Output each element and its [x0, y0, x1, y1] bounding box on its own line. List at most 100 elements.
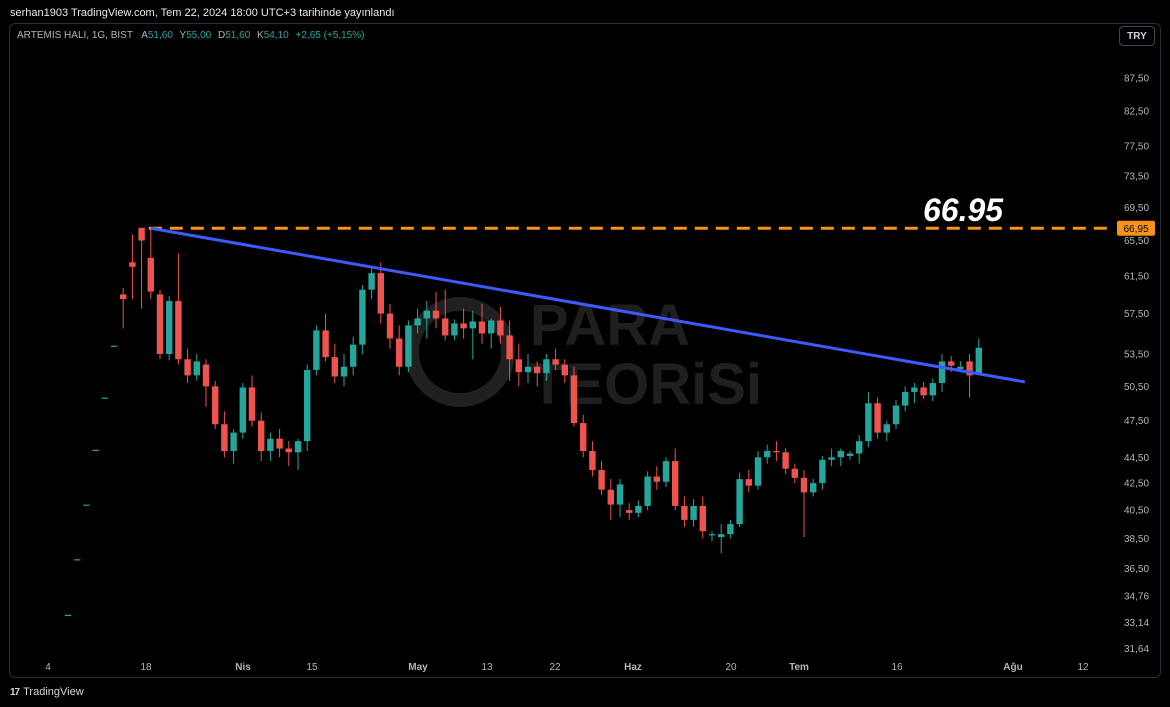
candle: [699, 496, 706, 539]
candle: [598, 461, 605, 496]
candle-body: [626, 510, 633, 513]
candle-body: [110, 345, 118, 347]
candle-body: [764, 451, 771, 458]
candle-body: [911, 387, 918, 392]
candle: [166, 296, 173, 361]
x-axis[interactable]: 4 18 Nis 15 May 13 22 Haz 20 Tem 16 Ağu 12: [45, 662, 1089, 673]
candle-body: [442, 318, 449, 336]
candle: [515, 343, 522, 387]
y-tick-label: 40,50: [1124, 506, 1149, 517]
candle-body: [589, 451, 596, 471]
candle: [460, 308, 467, 339]
candle: [331, 343, 338, 384]
candle-body: [184, 359, 191, 376]
candle-body: [432, 310, 440, 319]
candle: [644, 471, 651, 511]
candle-body: [239, 387, 246, 433]
candle-body: [359, 289, 366, 345]
candle: [975, 338, 982, 375]
candle: [653, 466, 660, 490]
candle-body: [377, 273, 384, 314]
candle: [727, 519, 734, 539]
x-tick-label: May: [408, 662, 428, 673]
candle: [212, 380, 219, 430]
candle-body: [120, 294, 127, 300]
y-tick-label: 57,50: [1124, 309, 1149, 320]
x-tick-label: Haz: [624, 662, 642, 673]
footer-brand: TradingView: [23, 686, 84, 698]
candle-body: [791, 468, 798, 478]
candle-body: [313, 330, 320, 370]
price-tag-label: 66,95: [1123, 224, 1148, 235]
candle-body: [460, 323, 467, 329]
candle: [193, 353, 200, 381]
candle: [764, 444, 771, 464]
candle: [865, 391, 872, 448]
y-tick-label: 50,50: [1124, 382, 1149, 393]
candle-body: [948, 361, 955, 366]
candle-body: [202, 364, 210, 387]
candle-body: [543, 359, 550, 374]
candle-body: [129, 262, 136, 267]
y-tick-label: 44,50: [1124, 453, 1149, 464]
candle-body: [653, 476, 660, 482]
candle-body: [248, 387, 256, 421]
candle-body: [837, 451, 844, 458]
candle-body: [147, 257, 154, 292]
candle: [377, 262, 384, 324]
candle: [580, 414, 587, 458]
candle-body: [469, 321, 476, 329]
candle-body: [405, 325, 412, 367]
candle: [920, 381, 927, 399]
candle: [322, 313, 329, 362]
candle: [396, 325, 403, 376]
candle-body: [294, 441, 302, 453]
candle-body: [331, 357, 338, 377]
candle-body: [423, 310, 430, 319]
candle: [672, 448, 679, 511]
candle: [773, 441, 780, 462]
price-chart[interactable]: PARA TEORiSi 87,50 82,50 77,50 73,50 69,50 65…: [0, 0, 1170, 707]
candle-body: [64, 614, 72, 617]
watermark: PARA TEORiSi: [405, 293, 762, 417]
y-tick-label: 61,50: [1124, 271, 1149, 282]
candle-body: [267, 438, 274, 452]
candle-body: [451, 323, 458, 336]
candle: [83, 504, 90, 506]
x-tick-label: Nis: [235, 662, 251, 673]
candle-body: [561, 364, 568, 376]
candle-body: [727, 524, 734, 535]
y-tick-label: 42,50: [1124, 479, 1149, 490]
candle: [570, 366, 578, 427]
candle: [911, 383, 918, 404]
candle-body: [340, 366, 348, 377]
candle-body: [258, 420, 265, 452]
candle: [828, 448, 835, 467]
candle: [874, 397, 881, 439]
candle: [451, 319, 458, 341]
y-tick-label: 77,50: [1124, 142, 1149, 153]
candle-body: [699, 505, 706, 532]
candle-body: [635, 505, 642, 513]
candle-body: [524, 366, 532, 373]
candle-body: [856, 441, 863, 454]
candle-body: [322, 330, 329, 358]
candle-body: [350, 344, 357, 367]
candle-body: [515, 359, 522, 373]
candle: [690, 499, 697, 527]
y-tick-label: 82,50: [1124, 107, 1149, 118]
candle: [184, 348, 191, 384]
candle: [386, 303, 394, 349]
y-axis[interactable]: 87,50 82,50 77,50 73,50 69,50 65,50 61,50 57,50…: [1124, 74, 1149, 655]
candle: [350, 336, 357, 376]
y-tick-label: 47,50: [1124, 416, 1149, 427]
candle-body: [828, 457, 835, 460]
candle: [736, 472, 743, 527]
candle-body: [386, 313, 394, 339]
candle: [782, 448, 789, 474]
candle-body: [175, 301, 182, 360]
tradingview-logo-icon: 17: [10, 686, 20, 698]
candle: [110, 345, 118, 347]
candle: [285, 441, 292, 467]
candle-body: [892, 405, 900, 425]
